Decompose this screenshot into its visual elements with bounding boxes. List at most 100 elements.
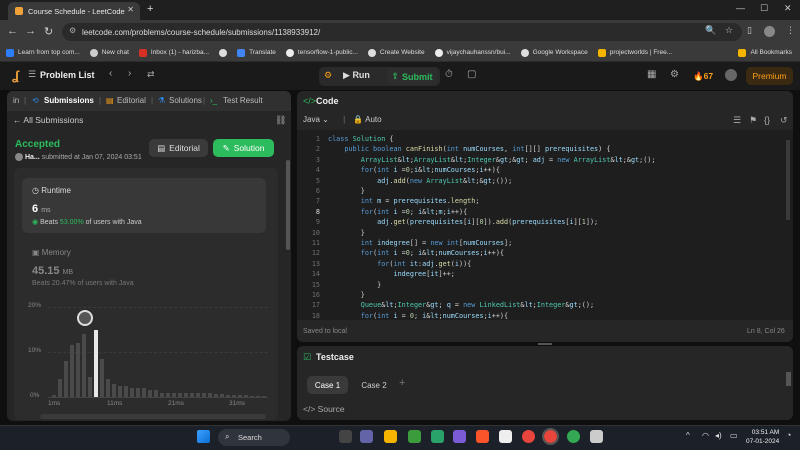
resize-handle[interactable] [538,343,552,345]
chart-bar[interactable] [130,388,134,397]
forward-icon[interactable]: → [25,25,36,37]
mode-toggle[interactable]: 🔒 Auto [353,115,381,124]
chart-bar[interactable] [142,388,146,397]
chart-bar[interactable] [100,358,104,397]
editorial-button[interactable]: ▤ Editorial [149,139,208,157]
all-bookmarks[interactable]: All Bookmarks [738,48,792,57]
chart-bar[interactable] [70,345,74,397]
bookmark-item[interactable]: projectworlds | Free... [597,48,672,57]
maximize-button[interactable]: ☐ [760,3,768,14]
close-tab-icon[interactable]: ✕ [127,5,134,14]
chart-bar[interactable] [112,383,116,397]
add-case-icon[interactable]: + [399,377,405,389]
bookmark-item[interactable] [219,48,231,57]
submit-button[interactable]: ⇪ Submit [387,68,437,85]
chart-bar[interactable] [232,394,236,397]
windows-start-icon[interactable] [197,430,210,443]
streak-counter[interactable]: 🔥67 [693,71,713,82]
bookmark-item[interactable]: Translate [237,48,276,57]
xbox-icon[interactable] [408,430,421,443]
app-icon[interactable] [453,430,466,443]
chart-bar[interactable] [214,394,218,397]
bookmark-item[interactable]: vijaychauhanssn/bui... [434,48,511,57]
case-2-tab[interactable]: Case 2 [355,376,393,394]
braces-icon[interactable]: {} [764,115,770,125]
bookmark-item[interactable]: Learn from top com... [6,48,80,57]
zoom-icon[interactable]: 🔍 [705,25,716,36]
taskbar-clock[interactable]: 03:51 AM 07-01-2024 [746,428,779,446]
username[interactable]: Ha... [25,154,40,161]
new-tab-button[interactable]: + [147,3,153,15]
chart-bar[interactable] [94,329,98,397]
all-submissions-link[interactable]: ← All Submissions [13,115,83,125]
chart-bar[interactable] [148,390,152,397]
back-icon[interactable]: ← [7,25,18,37]
chart-bar[interactable] [64,361,68,397]
link-icon[interactable]: ⛓ [275,115,286,126]
problem-list-link[interactable]: Problem List [40,70,95,80]
bookmark-item[interactable]: tensorflow-1-public... [285,48,358,57]
notes-icon[interactable]: ▢ [467,69,476,80]
case-1-tab[interactable]: Case 1 [307,376,348,394]
chart-bar[interactable] [172,392,176,397]
chart-range-slider[interactable] [40,414,266,419]
taskbar-search[interactable]: ⌕ Search [218,429,290,446]
wifi-icon[interactable]: ◠ [702,431,709,440]
left-panel-scrollbar[interactable] [286,160,290,250]
teams-icon[interactable] [360,430,373,443]
site-info-icon[interactable]: ⚙ [69,26,76,35]
chart-bar[interactable] [184,392,188,397]
tray-chevron-icon[interactable]: ^ [686,431,690,440]
chrome-icon[interactable] [522,430,535,443]
chart-bar[interactable] [166,392,170,397]
chart-bar[interactable] [262,395,266,397]
list-icon[interactable]: ☰ [28,69,36,80]
tab-editorial[interactable]: Editorial [117,96,146,105]
chart-bar[interactable] [82,334,86,397]
volume-icon[interactable]: ◂) [715,431,722,440]
testcase-scrollbar[interactable] [786,372,791,386]
run-button[interactable]: ▶ Run [343,70,370,81]
chart-bar[interactable] [58,379,62,397]
chart-bar[interactable] [154,390,158,397]
chart-bar[interactable] [196,393,200,397]
chart-bar[interactable] [178,392,182,397]
chart-bar[interactable] [238,394,242,397]
chart-bar[interactable] [256,395,260,397]
settings-gear-icon[interactable]: ⚙ [670,69,679,80]
debug-icon[interactable]: ⚙ [324,70,332,81]
notification-icon[interactable]: ◔ [786,430,791,440]
chart-bar[interactable] [136,388,140,397]
memory-label[interactable]: ▣ Memory [32,248,71,257]
format-icon[interactable]: ☰ [733,115,741,126]
chart-bar[interactable] [52,394,56,397]
chart-bar[interactable] [88,376,92,397]
chart-bar[interactable] [250,395,254,397]
language-select[interactable]: Java ⌄ [303,115,329,124]
chart-bar[interactable] [244,395,248,397]
solution-button[interactable]: ✎ Solution [213,139,274,157]
chart-bar[interactable] [76,343,80,397]
editor-scrollbar[interactable] [786,140,790,220]
chart-bar[interactable] [106,379,110,397]
sidepanel-icon[interactable]: ▯ [747,25,752,36]
battery-icon[interactable]: ▭ [730,431,738,440]
next-problem-icon[interactable]: › [128,68,131,79]
chart-bar[interactable] [118,385,122,397]
timer-icon[interactable]: ⏱ [445,69,453,80]
url-input[interactable]: ⚙ leetcode.com/problems/course-schedule/… [62,23,742,41]
leetcode-logo-icon[interactable]: ʆ [12,68,25,83]
menu-icon[interactable]: ⋮ [786,25,795,36]
chart-bar[interactable] [208,393,212,397]
user-avatar[interactable] [725,69,737,81]
browser-tab[interactable]: Course Schedule - LeetCode ✕ [8,2,140,20]
reset-icon[interactable]: ↺ [780,115,788,126]
brave-icon[interactable] [476,430,489,443]
app-icon[interactable] [431,430,444,443]
file-explorer-icon[interactable] [384,430,397,443]
close-window-button[interactable]: ✕ [784,3,792,14]
layout-icon[interactable]: ▦ [647,69,656,80]
profile-avatar[interactable] [764,26,775,37]
bookmark-star-icon[interactable]: ☆ [725,25,733,36]
bookmark-item[interactable]: Create Website [367,48,425,57]
